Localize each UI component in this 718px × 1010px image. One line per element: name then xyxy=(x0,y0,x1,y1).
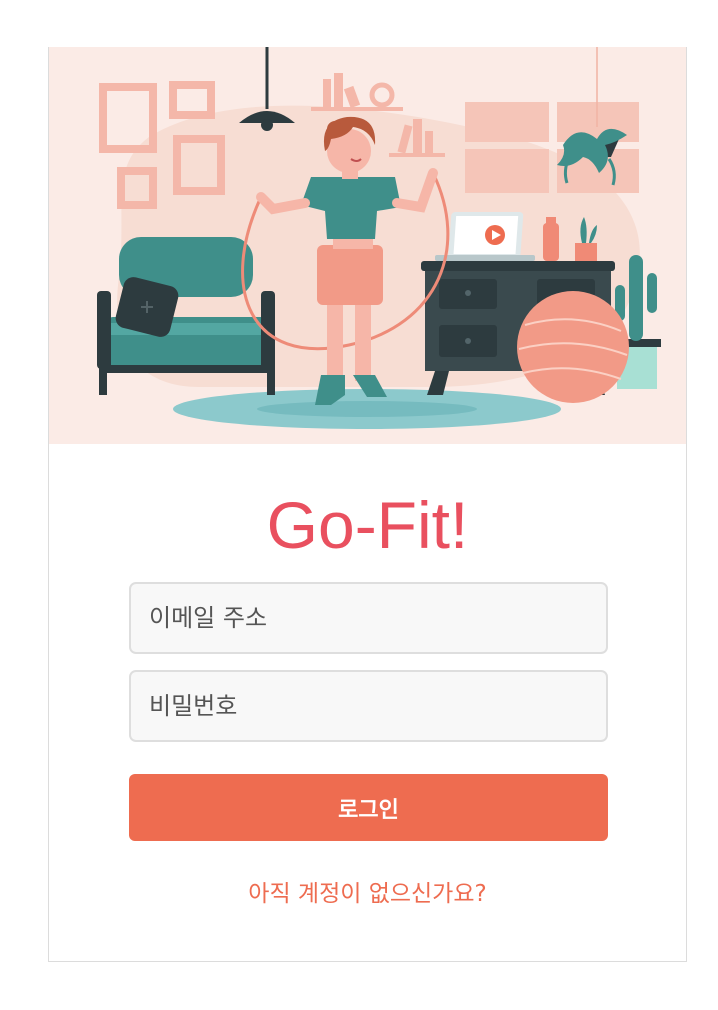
app-title: Go-Fit! xyxy=(266,488,469,562)
signup-link[interactable]: 아직 계정이 없으신가요? xyxy=(49,874,686,908)
password-input[interactable] xyxy=(129,670,608,742)
email-input[interactable] xyxy=(129,582,608,654)
login-button[interactable]: 로그인 xyxy=(129,774,608,841)
login-card: Go-Fit! 로그인 아직 계정이 없으신가요? xyxy=(48,47,687,962)
hero-illustration xyxy=(49,47,686,444)
